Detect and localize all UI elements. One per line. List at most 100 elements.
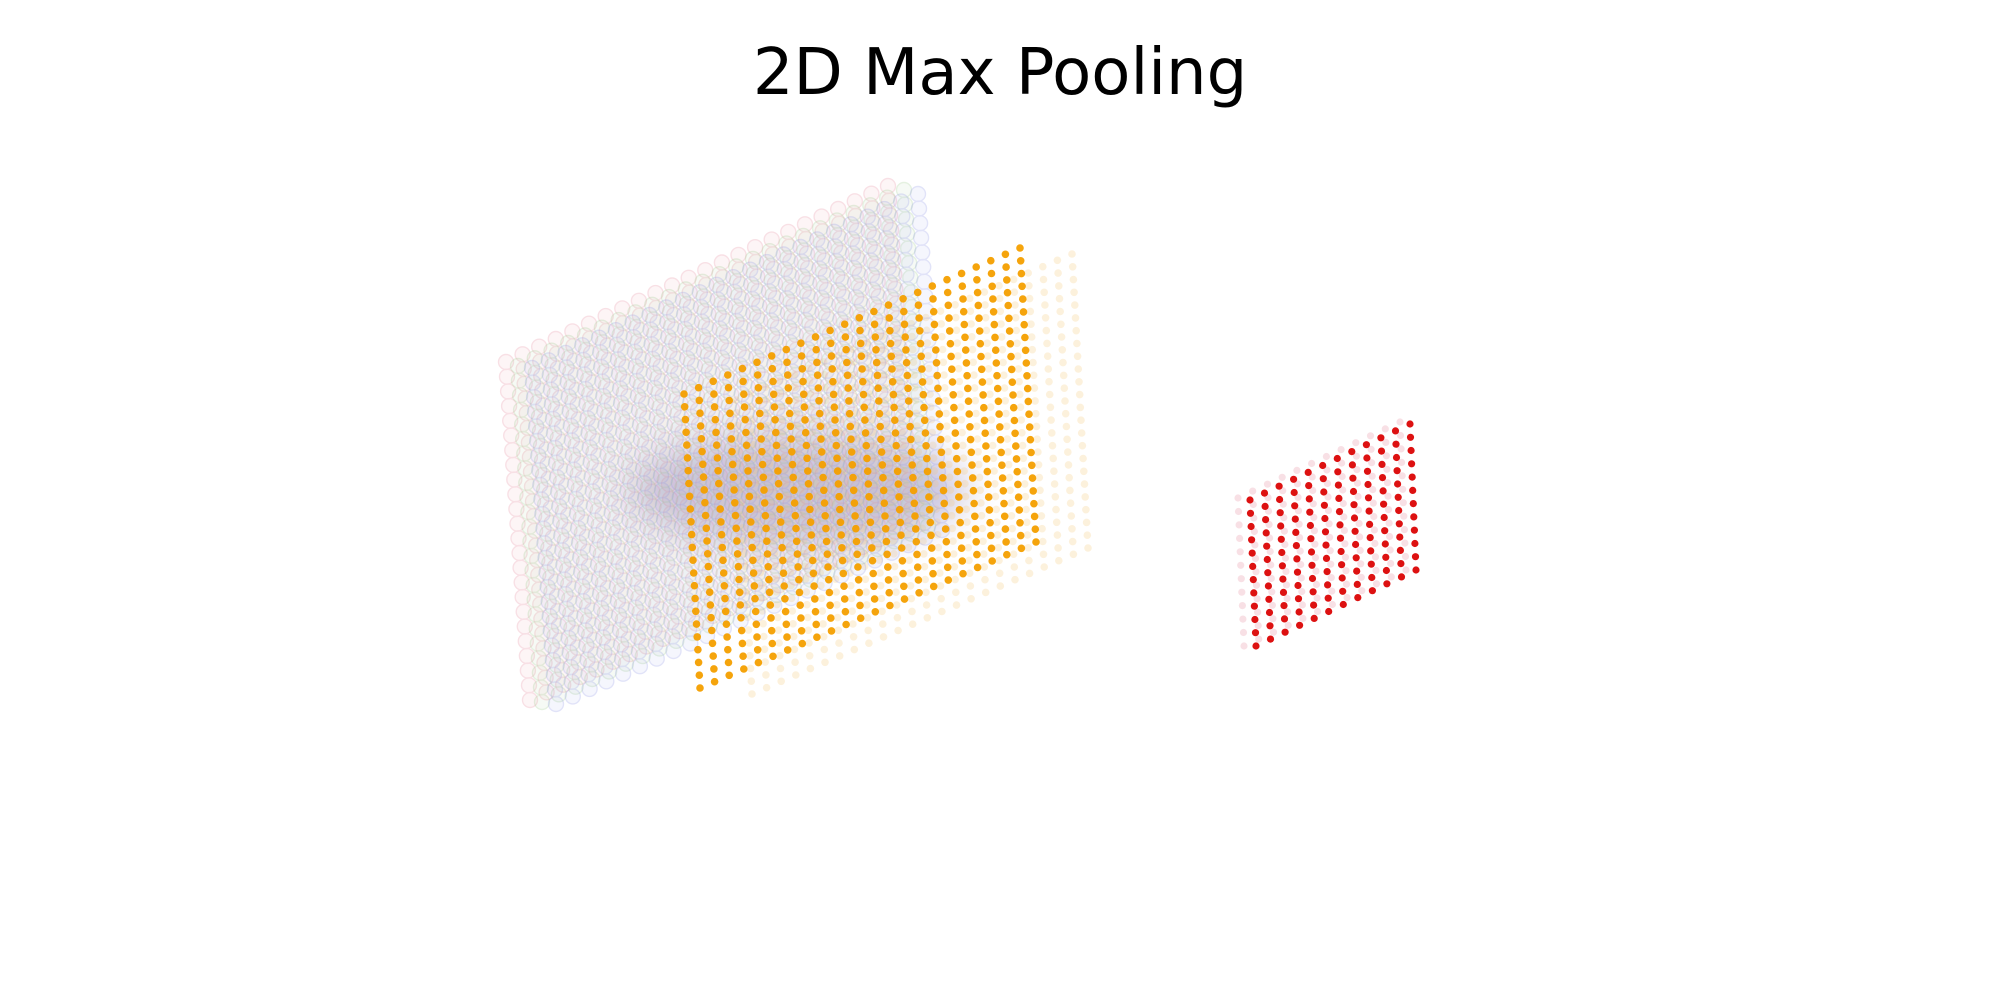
feature-map-back-node <box>818 607 827 615</box>
feature-map-back-node <box>1071 301 1079 309</box>
feature-map-back-node <box>1049 454 1057 463</box>
feature-map-back-node <box>947 499 955 507</box>
input-channel-blue-node <box>708 276 725 293</box>
feature-map-front-node <box>829 390 838 399</box>
input-channel-blue-node <box>561 644 578 661</box>
feature-map-front-node <box>764 563 772 571</box>
feature-map-back-node <box>833 613 842 622</box>
feature-map-front-node <box>942 537 951 546</box>
feature-map-front-node <box>701 511 710 520</box>
feature-map-front-node <box>969 486 978 495</box>
pooled-output-ghost-node <box>1328 587 1336 595</box>
pooled-output-node <box>1334 468 1342 476</box>
input-channel-blue-node <box>629 628 646 646</box>
feature-map-front-node <box>760 486 768 494</box>
feature-map-front-node <box>767 352 776 360</box>
feature-map-front-node <box>694 383 703 392</box>
pooled-output-node <box>1352 554 1360 562</box>
input-channel-blue-node <box>596 643 613 661</box>
feature-map-front-node <box>943 288 952 297</box>
input-channel-blue-node <box>762 312 780 329</box>
feature-map-front-node <box>756 422 765 431</box>
feature-map-front-node <box>995 410 1003 418</box>
feature-map-back-node <box>1035 473 1044 482</box>
pooled-output-node <box>1248 536 1256 544</box>
pooled-output-node <box>1290 488 1298 497</box>
feature-map-front-node <box>700 486 708 494</box>
feature-map-front-node <box>758 460 767 469</box>
input-channel-blue-node <box>658 299 675 316</box>
pooled-output-node <box>1266 635 1275 643</box>
input-channel-blue-node <box>625 570 642 587</box>
pooled-output-node <box>1307 548 1316 556</box>
input-channel-blue-node <box>639 518 656 536</box>
feature-map-back-node <box>890 562 899 571</box>
input-channel-blue-node <box>667 430 684 448</box>
feature-map-front-node <box>939 486 948 495</box>
feature-map-front-node <box>924 480 932 489</box>
pooled-output-node <box>1321 514 1329 523</box>
feature-map-front-node <box>941 525 950 533</box>
feature-map-front-node <box>860 403 868 412</box>
feature-map-front-node <box>987 544 996 553</box>
pooled-output-node <box>1411 539 1419 548</box>
feature-map-back-node <box>943 422 951 431</box>
feature-map-back-node <box>994 543 1003 552</box>
feature-map-front-node <box>705 588 714 596</box>
pooled-output-node <box>1264 582 1272 590</box>
input-channel-blue-node <box>672 503 690 521</box>
input-channel-blue-node <box>563 673 580 690</box>
feature-map-back-node <box>1029 358 1037 367</box>
feature-map-front-node <box>967 448 976 457</box>
feature-map-back-node <box>1019 454 1028 463</box>
feature-map-front-node <box>861 429 870 437</box>
input-channel-blue-node <box>575 593 592 610</box>
feature-map-front-node <box>812 620 820 629</box>
layer-group <box>497 177 1420 713</box>
feature-map-back-node <box>1081 493 1089 501</box>
input-channel-blue-node <box>678 335 695 352</box>
feature-map-front-node <box>952 442 960 450</box>
input-channel-blue-node <box>814 304 831 321</box>
feature-map-back-node <box>804 626 813 635</box>
feature-map-front-node <box>1002 263 1010 271</box>
feature-map-back-node <box>1025 569 1034 578</box>
feature-map-front-node <box>868 544 876 552</box>
pooled-output-ghost-node <box>1401 539 1409 547</box>
feature-map-back-node <box>1043 339 1051 348</box>
feature-map-back-node <box>959 454 968 463</box>
feature-map-back-node <box>1083 531 1092 539</box>
pooled-output-node <box>1320 488 1328 496</box>
input-channel-blue-node <box>586 512 604 529</box>
input-channel-blue-node <box>620 497 637 514</box>
input-channel-blue-node <box>579 410 596 427</box>
feature-map-back-node <box>1020 480 1029 488</box>
feature-map-front-node <box>744 467 752 475</box>
feature-map-back-node <box>1084 544 1092 552</box>
feature-map-back-node <box>1078 441 1087 450</box>
feature-map-back-node <box>1009 550 1018 558</box>
pooled-output-node <box>1396 533 1404 541</box>
feature-map-front-node <box>958 557 967 565</box>
feature-map-front-node <box>816 422 825 431</box>
input-channel-blue-node <box>634 460 652 477</box>
feature-map-front-node <box>857 352 866 361</box>
input-channel-blue-node <box>663 372 680 389</box>
feature-map-front-node <box>891 416 899 425</box>
feature-map-back-node <box>975 460 983 469</box>
input-channel-blue-node <box>664 386 681 404</box>
feature-map-front-node <box>861 416 869 424</box>
pooled-output-node <box>1381 540 1389 548</box>
input-channel-blue-node <box>563 432 580 449</box>
input-channel-blue-node <box>540 593 557 610</box>
input-channel-blue-node <box>564 688 581 705</box>
feature-map-front-node <box>973 563 982 572</box>
feature-map-front-node <box>842 345 850 354</box>
feature-map-front-node <box>996 423 1004 431</box>
feature-map-back-node <box>1009 275 1018 284</box>
feature-map-front-node <box>935 410 944 418</box>
feature-map-front-node <box>819 473 827 482</box>
pooled-output-node <box>1363 454 1371 462</box>
feature-map-front-node <box>963 371 971 380</box>
feature-map-front-node <box>704 562 713 571</box>
